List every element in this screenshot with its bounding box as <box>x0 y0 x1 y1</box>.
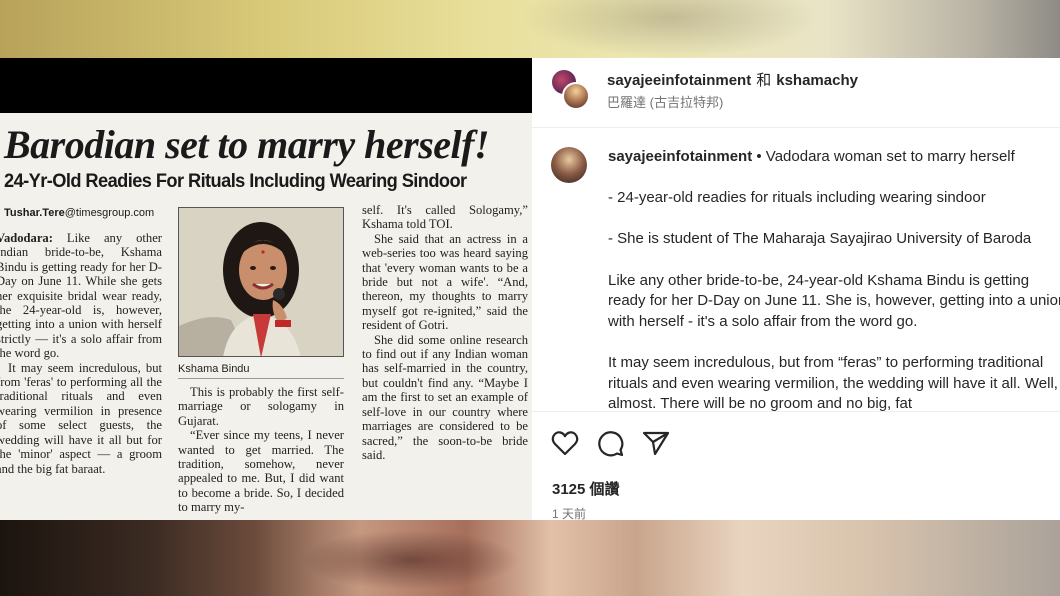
blurred-backdrop-top <box>0 0 1060 58</box>
clipping-byline: Tushar.Tere@timesgroup.com <box>4 207 154 219</box>
location-link[interactable]: 巴羅達 (古吉拉特邦) <box>607 92 723 111</box>
dateline: Vadodara: <box>0 231 53 245</box>
caption-rule <box>178 378 344 379</box>
actions-bar: 3125 個讚 1 天前 <box>532 411 1060 520</box>
caption-title: • Vadodara woman set to marry herself <box>752 148 1015 165</box>
caption-paragraph: It may seem incredulous, but from “feras… <box>608 353 1058 411</box>
caption-area[interactable]: sayajeeinfotainment • Vadodara woman set… <box>532 129 1060 411</box>
caption-paragraph: Like any other bride-to-be, 24-year-old … <box>608 271 1060 330</box>
clipping-headline: Barodian set to marry herself! <box>4 122 490 167</box>
post-details-panel: sayajeeinfotainment 和 kshamachy 巴羅達 (古吉拉特邦… <box>532 58 1060 520</box>
photo-caption: Kshama Bindu <box>178 363 250 375</box>
caption-paragraph: - She is student of The Maharaja Sayajir… <box>608 230 1032 248</box>
post-header: sayajeeinfotainment 和 kshamachy 巴羅達 (古吉拉特邦… <box>532 58 1060 128</box>
avatar-coauthor[interactable] <box>562 82 590 110</box>
author-connector: 和 <box>756 72 772 89</box>
post-timestamp[interactable]: 1 天前 <box>552 505 586 520</box>
clipping-column-2: This is probably the first self-marriage… <box>178 385 344 515</box>
author-link[interactable]: sayajeeinfotainment <box>607 72 751 89</box>
clipping-column-1: Vadodara: Like any other Indian bride-to… <box>0 231 162 476</box>
column-2-paragraph-2: “Ever since my teens, I never wanted to … <box>178 428 344 515</box>
post-image[interactable]: Barodian set to marry herself! 24-Yr-Old… <box>0 58 532 520</box>
blurred-backdrop-bottom <box>0 520 1060 596</box>
comment-bubble-icon[interactable] <box>595 428 625 458</box>
clipping-subhead: 24-Yr-Old Readies For Rituals Including … <box>4 171 467 192</box>
caption-username[interactable]: sayajeeinfotainment <box>608 148 752 165</box>
post-authors: sayajeeinfotainment 和 kshamachy <box>607 69 858 90</box>
caption-paragraph: - 24-year-old readies for rituals includ… <box>608 189 986 207</box>
caption-avatar[interactable] <box>551 147 587 183</box>
likes-count[interactable]: 3125 個讚 <box>552 478 620 499</box>
byline-domain: @timesgroup.com <box>64 207 155 219</box>
bride-photo <box>178 207 344 357</box>
newspaper-clipping: Barodian set to marry herself! 24-Yr-Old… <box>0 113 532 520</box>
column-3-paragraph-3: She did some online research to find out… <box>362 332 528 462</box>
coauthor-link[interactable]: kshamachy <box>776 72 858 89</box>
column-1-paragraph-1: Like any other Indian bride-to-be, Ksham… <box>0 231 162 361</box>
column-3-paragraph-1: self. It's called Sologamy,” Kshama told… <box>362 203 528 232</box>
caption-text: sayajeeinfotainment • Vadodara woman set… <box>608 147 1060 411</box>
paper-plane-icon[interactable] <box>641 428 671 458</box>
collab-avatars[interactable] <box>550 68 592 110</box>
byline-name: Tushar.Tere <box>4 207 65 219</box>
column-3-paragraph-2: She said that an actress in a web-series… <box>362 231 528 333</box>
heart-icon[interactable] <box>550 428 580 458</box>
clipping-column-3: self. It's called Sologamy,” Kshama told… <box>362 203 528 462</box>
column-2-paragraph-1: This is probably the first self-marriage… <box>178 385 344 428</box>
column-1-paragraph-2: It may seem incredulous, but from 'feras… <box>0 360 162 476</box>
